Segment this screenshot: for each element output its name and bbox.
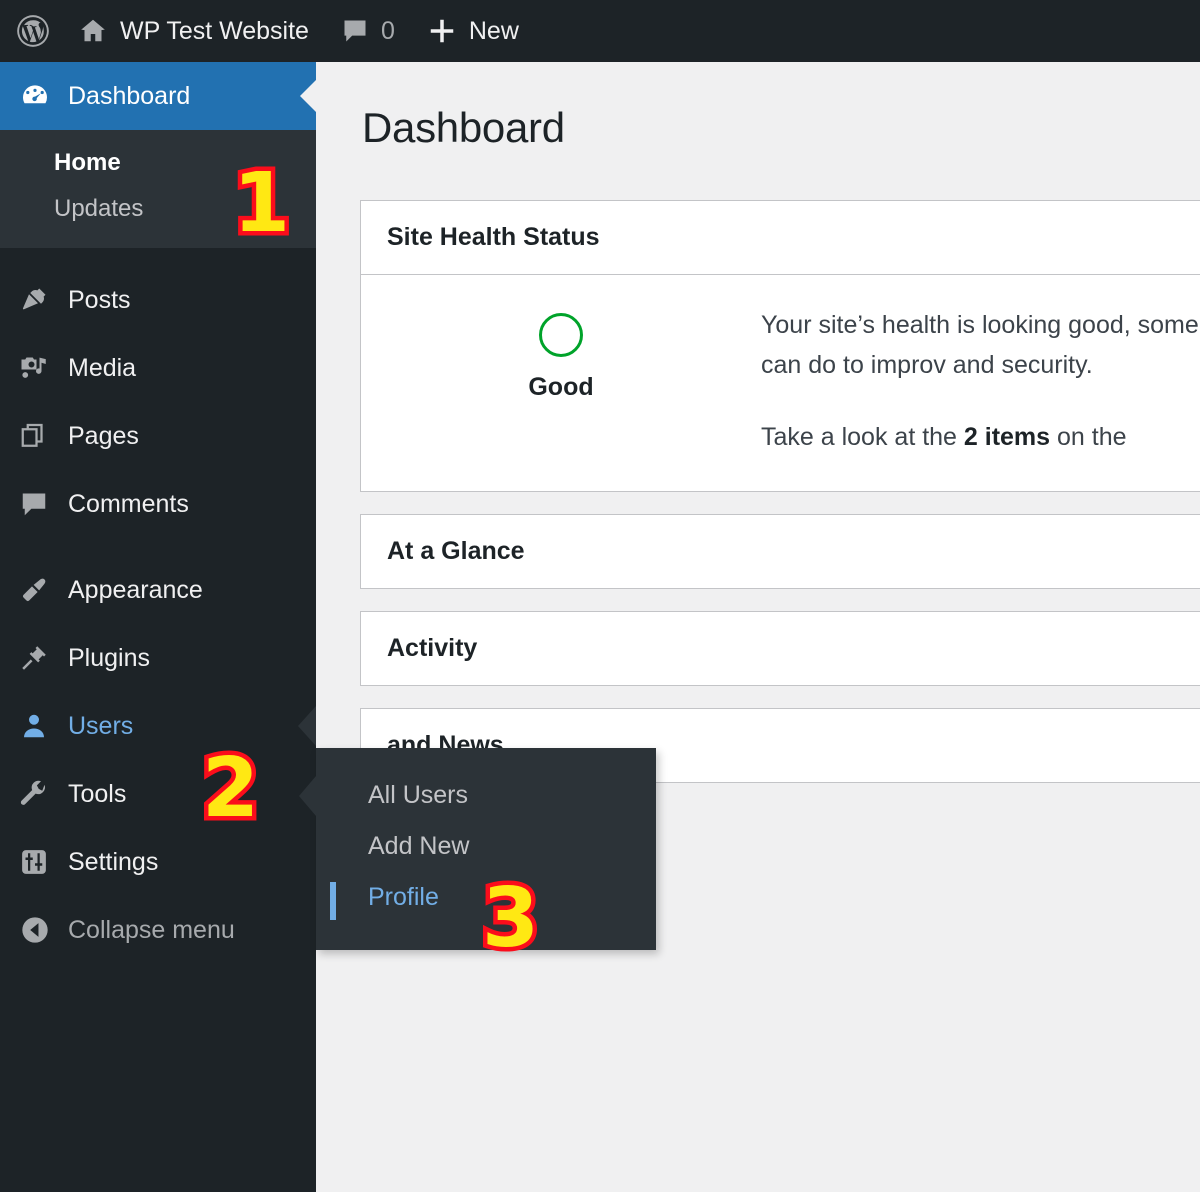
site-health-gauge: Good (361, 305, 761, 457)
sidebar-item-label: Posts (68, 285, 131, 314)
sidebar-item-plugins[interactable]: Plugins (0, 624, 316, 692)
active-arrow-icon (300, 80, 316, 112)
health-status-label: Good (528, 373, 594, 401)
health-items-post: on the (1050, 423, 1127, 451)
home-icon (78, 16, 108, 46)
sidebar-item-label: Comments (68, 489, 189, 518)
sliders-icon (14, 847, 68, 877)
flyout-item-label: Add New (368, 832, 470, 860)
flyout-item-label: All Users (368, 781, 469, 809)
sidebar-item-pages[interactable]: Pages (0, 402, 316, 470)
step-badge-2: 2 (197, 741, 263, 836)
submenu-item-label: Updates (54, 195, 144, 222)
health-paragraph-1: Your site’s health is looking good, some… (761, 305, 1200, 385)
sidebar-item-users[interactable]: Users (0, 692, 316, 760)
admin-bar: WP Test Website 0 New (0, 0, 1200, 62)
health-items-pre: Take a look at the (761, 423, 964, 451)
pages-stack-icon (14, 421, 68, 451)
flyout-item-add-new[interactable]: Add New (316, 821, 656, 872)
panel-title: Site Health Status (361, 201, 1200, 275)
new-content-menu[interactable]: New (411, 0, 535, 62)
panel-activity: Activity (360, 611, 1200, 686)
sidebar-item-label: Users (68, 711, 134, 740)
sidebar-item-tools[interactable]: Tools (0, 760, 316, 828)
wrench-icon (14, 779, 68, 809)
panel-at-a-glance: At a Glance (360, 514, 1200, 589)
step-badge-3: 3 (477, 871, 543, 966)
new-label: New (468, 16, 519, 45)
wordpress-logo-icon (14, 12, 52, 50)
health-ring-icon (539, 313, 583, 357)
current-indicator-bar (330, 882, 336, 920)
site-name-menu[interactable]: WP Test Website (62, 0, 325, 62)
panel-title: At a Glance (387, 537, 525, 565)
sidebar-item-label: Tools (68, 779, 127, 808)
wordpress-admin-screen: WP Test Website 0 New Dashboard Home Upd… (0, 0, 1200, 1192)
panel-title: Activity (387, 634, 478, 662)
paintbrush-icon (14, 575, 68, 605)
sidebar-item-media[interactable]: Media (0, 334, 316, 402)
user-icon (14, 711, 68, 741)
main-content-area: Dashboard Site Health Status Good Your s… (316, 62, 1200, 1192)
sidebar-item-label: Dashboard (68, 81, 191, 110)
sidebar-item-posts[interactable]: Posts (0, 266, 316, 334)
sidebar-item-collapse-menu[interactable]: Collapse menu (0, 896, 316, 964)
camera-music-icon (14, 353, 68, 383)
comment-bubble-icon (341, 17, 369, 45)
site-health-description: Your site’s health is looking good, some… (761, 305, 1200, 457)
wp-logo-menu[interactable] (0, 0, 62, 62)
sidebar-item-appearance[interactable]: Appearance (0, 556, 316, 624)
page-title: Dashboard (362, 104, 565, 151)
arrow-left-circle-icon (14, 914, 68, 946)
dashboard-gauge-icon (14, 80, 68, 112)
site-name-label: WP Test Website (120, 16, 309, 45)
flyout-item-all-users[interactable]: All Users (316, 770, 656, 821)
sidebar-item-label: Pages (68, 421, 139, 450)
health-paragraph-2: Take a look at the 2 items on the (761, 417, 1200, 457)
comment-bubble-icon (14, 489, 68, 519)
health-line-1: Your site’s health is looking good, (761, 311, 1131, 339)
step-badge-1: 1 (228, 156, 294, 251)
plus-icon (427, 16, 457, 46)
health-items-count: 2 items (963, 423, 1051, 451)
panel-site-health-status: Site Health Status Good Your site’s heal… (360, 200, 1200, 492)
pushpin-icon (14, 285, 68, 315)
site-health-body: Good Your site’s health is looking good,… (361, 275, 1200, 491)
plug-icon (14, 643, 68, 673)
sidebar-item-label: Plugins (68, 643, 150, 672)
sidebar-item-label: Collapse menu (68, 915, 235, 944)
sidebar-item-label: Appearance (68, 575, 203, 604)
health-line-3: and security. (952, 351, 1093, 379)
sidebar-item-dashboard[interactable]: Dashboard (0, 62, 316, 130)
flyout-pointer-icon (298, 706, 316, 746)
comments-count: 0 (380, 16, 395, 45)
menu-separator (0, 538, 316, 556)
sidebar-item-label: Settings (68, 847, 159, 876)
submenu-item-label: Home (54, 149, 121, 176)
sidebar-item-comments[interactable]: Comments (0, 470, 316, 538)
comments-menu[interactable]: 0 (325, 0, 411, 62)
sidebar-item-label: Media (68, 353, 137, 382)
flyout-item-label: Profile (368, 883, 439, 911)
sidebar-item-settings[interactable]: Settings (0, 828, 316, 896)
flyout-arrow-icon (299, 776, 316, 816)
